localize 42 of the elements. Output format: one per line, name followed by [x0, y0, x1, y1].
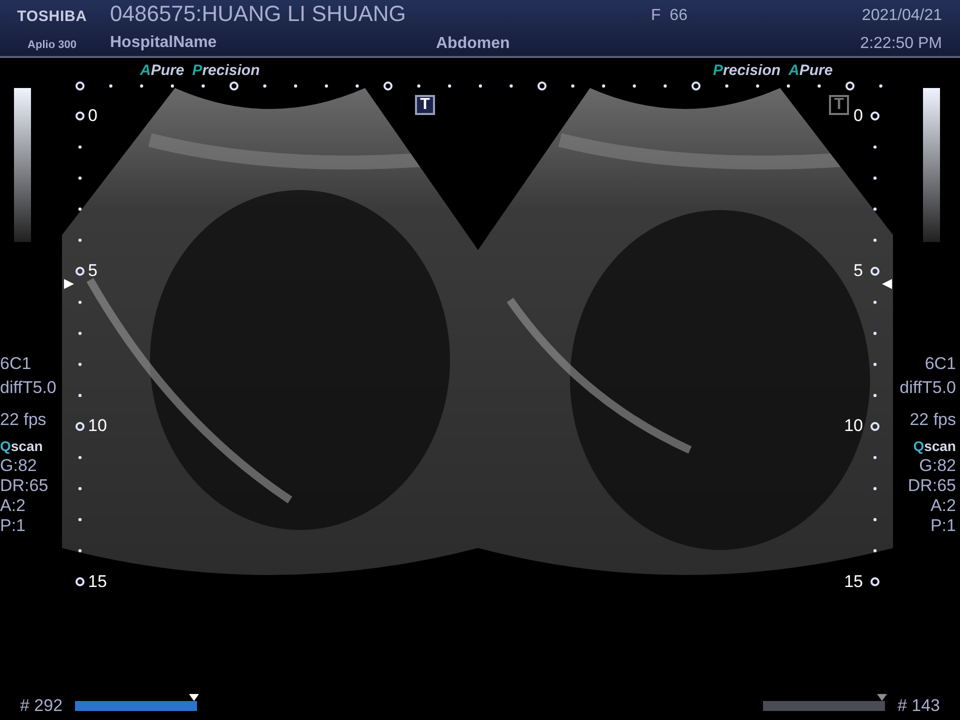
t-marker: T: [829, 95, 849, 115]
parameter-label: 6C1: [924, 354, 956, 374]
parameter-label: A:2: [0, 496, 26, 516]
depth-label: 0: [854, 106, 863, 126]
exam-date: 2021/04/21: [862, 6, 942, 26]
mode-label: APure: [788, 61, 833, 81]
focus-marker-icon: [882, 279, 892, 289]
parameter-label: 6C1: [0, 354, 32, 374]
scan-mode-label: Qscan: [0, 437, 43, 456]
mode-label: Precision: [192, 61, 260, 81]
parameter-label: G:82: [0, 456, 37, 476]
model-name: Aplio 300: [28, 38, 76, 52]
brand-logo: TOSHIBA: [17, 7, 87, 27]
depth-label: 15: [88, 572, 107, 592]
depth-label: 5: [88, 261, 98, 281]
frame-counter: # 143: [897, 695, 940, 717]
patient-id: 0486575:HUANG LI SHUANG: [110, 0, 406, 28]
depth-label: 5: [854, 261, 863, 281]
parameter-label: DR:65: [0, 476, 48, 496]
parameter-label: A:2: [930, 496, 956, 516]
parameter-label: G:82: [919, 456, 956, 476]
exam-type: Abdomen: [436, 34, 510, 54]
scan-mode-label: Qscan: [913, 437, 956, 456]
parameter-label: diffT5.0: [900, 378, 956, 398]
parameter-label: P:1: [930, 516, 956, 536]
t-marker: T: [415, 95, 435, 115]
depth-label: 10: [88, 416, 107, 436]
depth-label: 15: [844, 572, 863, 592]
exam-time: 2:22:50 PM: [860, 34, 942, 54]
mode-label: APure: [140, 61, 184, 81]
parameter-label: 22 fps: [910, 410, 956, 430]
hospital-name: HospitalName: [110, 33, 218, 53]
frame-counter: # 292: [20, 695, 63, 717]
parameter-label: 22 fps: [0, 410, 46, 430]
focus-marker-icon: [64, 279, 74, 289]
parameter-label: P:1: [0, 516, 26, 536]
depth-label: 0: [88, 106, 98, 126]
parameter-label: diffT5.0: [0, 378, 56, 398]
parameter-label: DR:65: [908, 476, 956, 496]
mode-label: Precision: [713, 61, 781, 81]
sex-age: F 66: [651, 6, 688, 26]
depth-label: 10: [844, 416, 863, 436]
